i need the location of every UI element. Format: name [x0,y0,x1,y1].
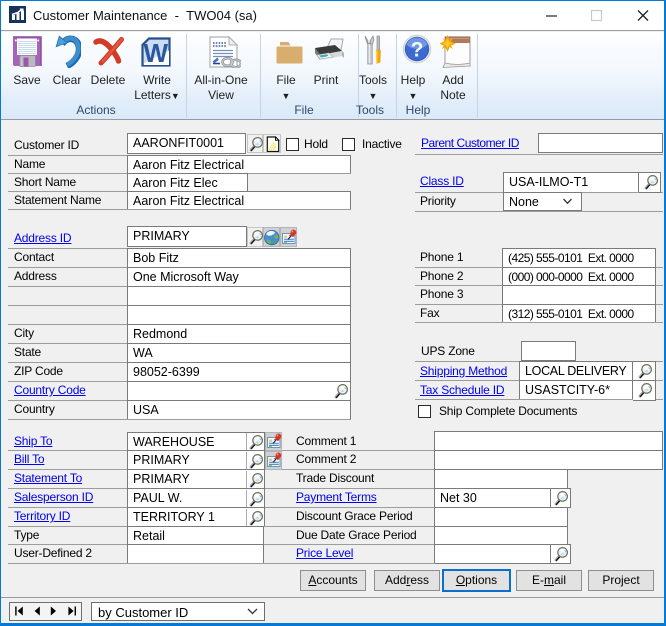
svg-text:W: W [144,38,169,67]
svg-text:?: ? [411,39,424,62]
